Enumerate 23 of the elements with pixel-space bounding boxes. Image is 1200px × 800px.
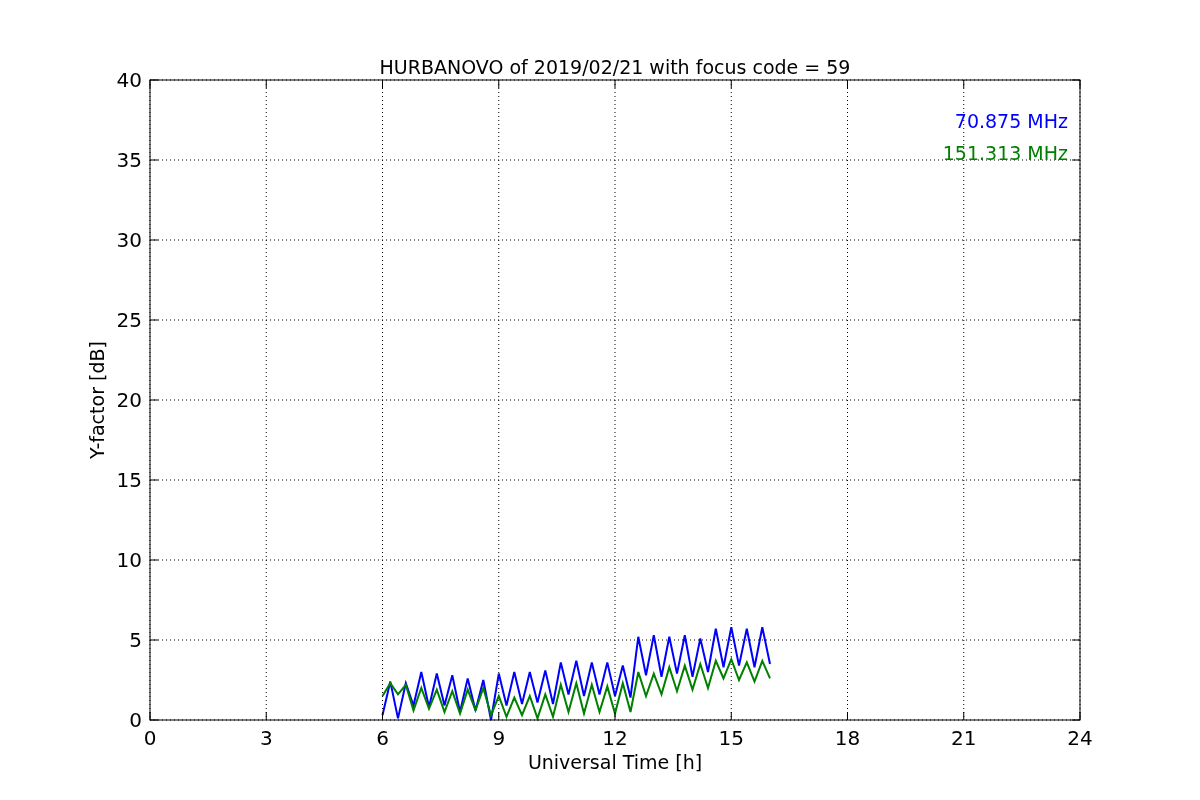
x-tick-label: 3 — [259, 726, 273, 750]
x-tick-label: 9 — [492, 726, 506, 750]
chart-title: HURBANOVO of 2019/02/21 with focus code = 59 — [379, 56, 851, 78]
y-tick-label: 30 — [116, 228, 142, 252]
x-tick-label: 12 — [602, 726, 628, 750]
x-axis-label: Universal Time [h] — [527, 751, 703, 773]
y-tick-label: 35 — [116, 148, 142, 172]
x-tick-label: 6 — [376, 726, 389, 750]
y-tick-label: 5 — [129, 628, 142, 652]
y-tick-label: 15 — [116, 468, 142, 492]
y-tick-label: 25 — [116, 308, 142, 332]
y-tick-label: 40 — [116, 68, 142, 92]
x-tick-label: 18 — [834, 726, 861, 750]
x-tick-label: 15 — [718, 726, 744, 750]
x-tick-label: 21 — [951, 726, 977, 750]
x-tick-label: 24 — [1067, 726, 1093, 750]
legend-label: 151.313 MHz — [942, 142, 1068, 164]
y-tick-label: 20 — [116, 388, 142, 412]
y-tick-label: 10 — [116, 548, 142, 572]
x-tick-label: 0 — [143, 726, 157, 750]
y-tick-label: 0 — [129, 708, 142, 732]
y-axis-label: Y-factor [dB] — [86, 341, 108, 459]
legend-label: 70.875 MHz — [954, 110, 1068, 132]
